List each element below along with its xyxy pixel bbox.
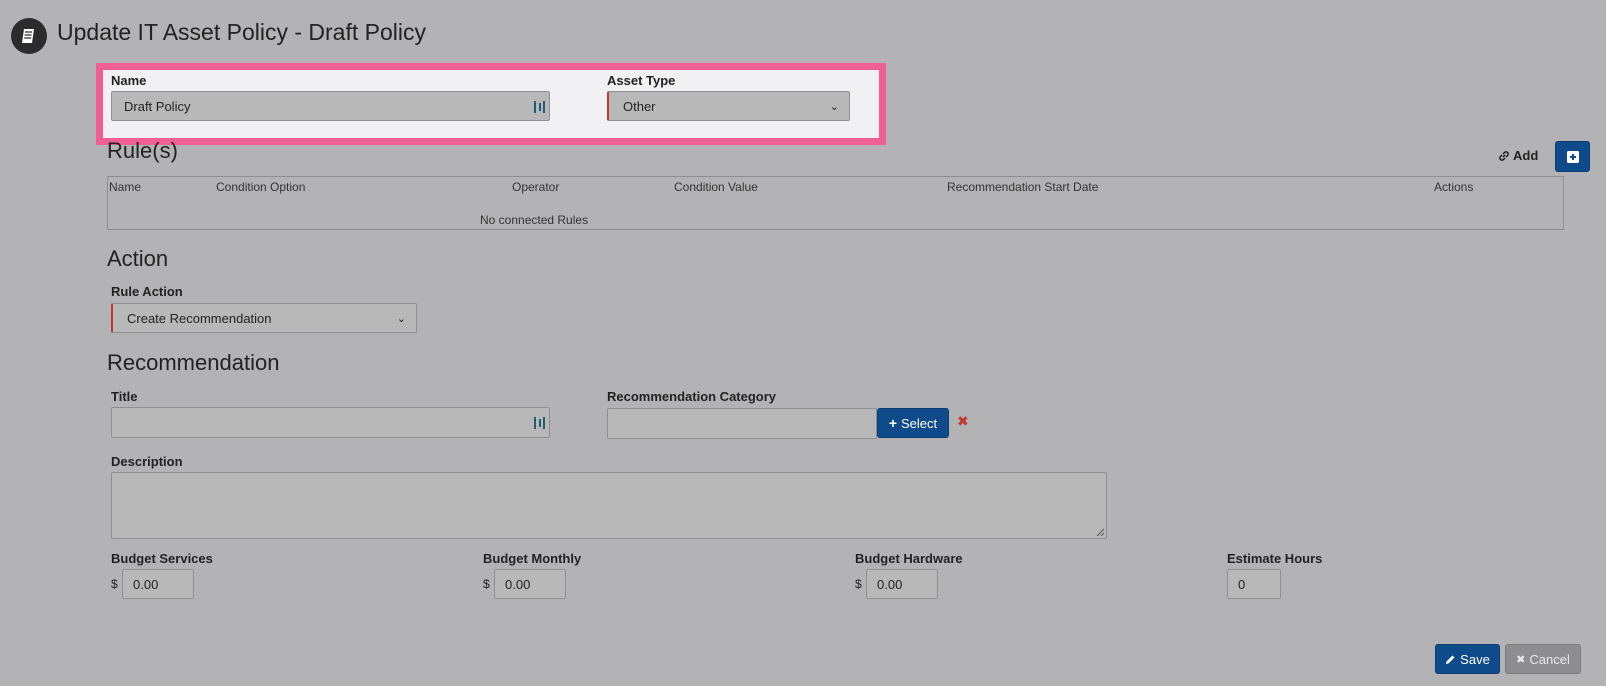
asset-type-select[interactable]: Other ⌄ xyxy=(607,91,850,121)
clear-category-icon[interactable]: ✖ xyxy=(957,413,969,430)
col-actions: Actions xyxy=(1434,180,1474,194)
rule-action-select[interactable]: Create Recommendation ⌄ xyxy=(111,303,417,333)
select-category-button[interactable]: + Select xyxy=(877,408,949,438)
chevron-down-icon: ⌄ xyxy=(829,100,839,113)
col-condition-option: Condition Option xyxy=(216,180,306,194)
plus-square-icon xyxy=(1566,150,1579,163)
description-label: Description xyxy=(111,454,183,469)
select-category-label: Select xyxy=(901,415,938,431)
asset-type-label: Asset Type xyxy=(607,73,676,88)
close-icon: ✖ xyxy=(1516,653,1526,666)
estimate-hours-input[interactable]: 0 xyxy=(1227,569,1281,599)
title-label: Title xyxy=(111,389,138,404)
budget-hardware-label: Budget Hardware xyxy=(855,551,963,566)
col-name: Name xyxy=(109,180,142,194)
description-textarea[interactable] xyxy=(111,472,1107,539)
rule-action-value: Create Recommendation xyxy=(127,310,272,326)
rules-empty-text: No connected Rules xyxy=(480,213,589,227)
budget-hardware-value: 0.00 xyxy=(877,576,903,592)
name-input[interactable]: Draft Policy xyxy=(111,91,550,121)
estimate-hours-value: 0 xyxy=(1238,576,1246,592)
name-label: Name xyxy=(111,73,147,88)
save-label: Save xyxy=(1460,651,1490,667)
resize-grip-icon[interactable] xyxy=(1096,528,1104,536)
add-rule-button[interactable] xyxy=(1555,141,1590,172)
budget-monthly-value: 0.00 xyxy=(505,576,531,592)
link-icon xyxy=(1499,150,1509,161)
name-input-value: Draft Policy xyxy=(124,98,191,114)
currency-symbol: $ xyxy=(855,577,862,591)
text-formatting-icon[interactable] xyxy=(534,416,546,430)
budget-services-input[interactable]: 0.00 xyxy=(122,569,194,599)
col-operator: Operator xyxy=(512,180,560,194)
recommendation-heading: Recommendation xyxy=(107,350,280,375)
cancel-button[interactable]: ✖ Cancel xyxy=(1505,644,1581,674)
currency-symbol: $ xyxy=(111,577,118,591)
pencil-icon xyxy=(1446,655,1455,664)
category-label: Recommendation Category xyxy=(607,389,777,404)
plus-icon: + xyxy=(888,415,898,431)
action-heading: Action xyxy=(107,246,169,271)
rules-table xyxy=(107,176,1564,230)
chevron-down-icon: ⌄ xyxy=(396,312,406,325)
currency-symbol: $ xyxy=(483,577,490,591)
estimate-hours-label: Estimate Hours xyxy=(1227,551,1323,566)
text-formatting-icon[interactable] xyxy=(534,100,546,114)
budget-services-label: Budget Services xyxy=(111,551,213,566)
book-icon xyxy=(22,29,34,43)
budget-hardware-input[interactable]: 0.00 xyxy=(866,569,938,599)
category-input[interactable] xyxy=(607,408,877,439)
add-rule-label: Add xyxy=(1513,148,1539,163)
save-button[interactable]: Save xyxy=(1435,644,1500,674)
col-recommendation-start-date: Recommendation Start Date xyxy=(947,180,1099,194)
col-condition-value: Condition Value xyxy=(674,180,758,194)
cancel-label: Cancel xyxy=(1529,651,1570,667)
budget-monthly-label: Budget Monthly xyxy=(483,551,582,566)
budget-monthly-input[interactable]: 0.00 xyxy=(494,569,566,599)
asset-type-value: Other xyxy=(623,98,656,114)
page-icon xyxy=(11,18,47,54)
title-input[interactable] xyxy=(111,407,550,438)
add-rule-link[interactable]: Add xyxy=(1498,148,1538,163)
budget-services-value: 0.00 xyxy=(133,576,159,592)
page-title: Update IT Asset Policy - Draft Policy xyxy=(57,19,426,45)
rules-heading: Rule(s) xyxy=(107,138,178,163)
rule-action-label: Rule Action xyxy=(111,284,183,299)
